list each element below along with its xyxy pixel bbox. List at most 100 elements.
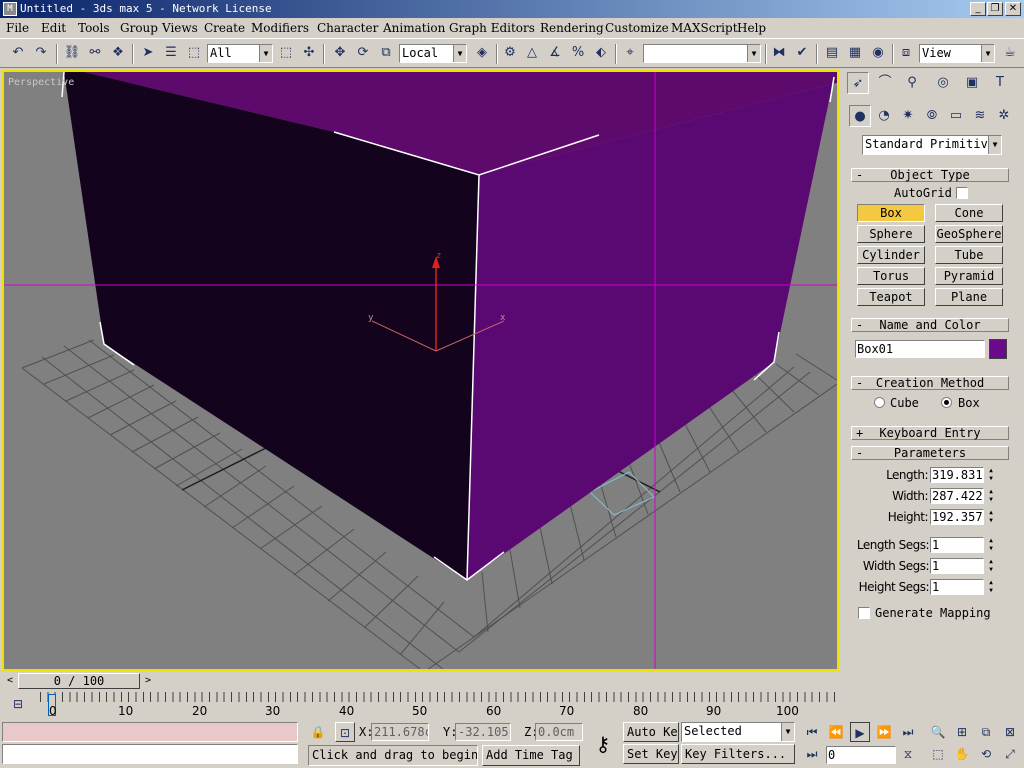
cylinder-button[interactable]: Cylinder [857, 246, 925, 264]
x-coord-field[interactable]: 211.678cm [371, 723, 429, 741]
play-icon[interactable]: ▶ [850, 722, 870, 742]
cone-button[interactable]: Cone [935, 204, 1003, 222]
selection-filter-dropdown[interactable]: All ▼ [207, 44, 273, 63]
align-icon[interactable]: ✔ [792, 43, 812, 63]
height-spinner[interactable]: ▲ ▼ [986, 509, 996, 525]
pyramid-button[interactable]: Pyramid [935, 267, 1003, 285]
keyboard-entry-rollout[interactable]: + Keyboard Entry [851, 426, 1009, 440]
length-segs-input[interactable]: 1 [930, 537, 984, 553]
length-spinner[interactable]: ▲ ▼ [986, 467, 996, 483]
mirror-icon[interactable]: ⧓ [769, 43, 789, 63]
height-segs-spinner[interactable]: ▲ ▼ [986, 579, 996, 595]
object-color-swatch[interactable] [989, 339, 1007, 359]
cameras-icon[interactable]: ⦾ [921, 105, 943, 127]
lights-icon[interactable]: ✷ [897, 105, 919, 127]
motion-tab-icon[interactable]: ◎ [932, 72, 954, 94]
tube-button[interactable]: Tube [935, 246, 1003, 264]
viewport-label[interactable]: Perspective [8, 77, 74, 88]
menu-customize[interactable]: Customize [605, 21, 669, 35]
frame-slider-thumb[interactable]: 0 / 100 [18, 673, 140, 689]
render-scene-icon[interactable]: ⧈ [896, 43, 916, 63]
region-zoom-icon[interactable]: ⬚ [928, 744, 948, 764]
time-configuration-icon[interactable]: ⧖ [898, 744, 918, 764]
schematic-view-icon[interactable]: ▦ [845, 43, 865, 63]
maxscript-listener-white[interactable] [2, 744, 298, 764]
key-mode-toggle-icon[interactable]: ⏭ [802, 744, 822, 764]
parameters-rollout[interactable]: - Parameters [851, 446, 1009, 460]
select-move-icon-alt[interactable]: ✣ [299, 43, 319, 63]
perspective-viewport[interactable]: z y x Perspective [2, 70, 839, 671]
window-crossing-icon[interactable]: ⬚ [276, 43, 296, 63]
percent-snap-icon[interactable]: % [568, 43, 588, 63]
menu-views[interactable]: Views [162, 21, 198, 35]
create-tab-icon[interactable]: ➶ [847, 72, 869, 94]
sphere-button[interactable]: Sphere [857, 225, 925, 243]
track-bar[interactable]: ⊟ 0 10 20 30 40 50 60 70 80 90 100 [0, 690, 843, 720]
pivot-center-icon[interactable]: ◈ [472, 43, 492, 63]
helpers-icon[interactable]: ▭ [945, 105, 967, 127]
box-radio[interactable] [941, 397, 952, 408]
geosphere-button[interactable]: GeoSphere [935, 225, 1003, 243]
goto-start-icon[interactable]: ⏮ [802, 722, 822, 742]
zoom-extents-icon[interactable]: ⧉ [976, 722, 996, 742]
maximize-viewport-icon[interactable]: ⤢ [1000, 744, 1020, 764]
render-type-dropdown[interactable]: View ▼ [919, 44, 995, 63]
quick-render-icon[interactable]: ☕ [1000, 43, 1020, 63]
next-frame-icon[interactable]: ⏩ [874, 722, 894, 742]
select-manipulate-icon[interactable]: ⚙ [500, 43, 520, 63]
generate-mapping-checkbox[interactable] [858, 607, 870, 619]
select-and-scale-icon[interactable]: ⧉ [376, 43, 396, 63]
app-icon[interactable]: M [3, 2, 17, 16]
set-key-button[interactable]: Set Key [623, 744, 679, 764]
key-filters-button[interactable]: Key Filters... [681, 744, 795, 764]
width-spinner[interactable]: ▲ ▼ [986, 488, 996, 504]
autogrid-checkbox[interactable] [956, 187, 968, 199]
box-button[interactable]: Box [857, 204, 925, 222]
edit-named-selection-icon[interactable]: ⌖ [620, 43, 640, 63]
zoom-all-icon[interactable]: ⊞ [952, 722, 972, 742]
height-input[interactable]: 192.357 [930, 509, 984, 525]
key-icon[interactable]: ⚷ [588, 732, 618, 756]
select-object-icon[interactable]: ➤ [138, 43, 158, 63]
menu-edit[interactable]: Edit [41, 21, 66, 35]
rectangular-selection-icon[interactable]: ⬚ [184, 43, 204, 63]
auto-key-button[interactable]: Auto Key [623, 722, 679, 742]
close-button[interactable]: ✕ [1005, 2, 1021, 16]
named-selection-dropdown[interactable]: ▼ [643, 44, 761, 63]
select-and-move-icon[interactable]: ✥ [330, 43, 350, 63]
absolute-mode-icon[interactable]: ⊡ [335, 722, 355, 742]
reference-coordinate-dropdown[interactable]: Local ▼ [399, 44, 467, 63]
material-editor-icon[interactable]: ◉ [868, 43, 888, 63]
time-slider[interactable]: < 0 / 100 > [2, 672, 840, 690]
length-segs-spinner[interactable]: ▲ ▼ [986, 537, 996, 553]
maxscript-listener-pink[interactable] [2, 722, 298, 742]
chevron-right-icon[interactable]: > [142, 674, 154, 688]
modify-tab-icon[interactable]: ⌒ [874, 72, 896, 94]
bind-space-warp-icon[interactable]: ❖ [108, 43, 128, 63]
track-view-icon[interactable]: ▤ [822, 43, 842, 63]
cube-radio[interactable] [874, 397, 885, 408]
zoom-icon[interactable]: 🔍 [928, 722, 948, 742]
category-dropdown[interactable]: Standard Primitives ▼ [862, 135, 1002, 155]
menu-group[interactable]: Group [120, 21, 158, 35]
menu-help[interactable]: Help [737, 21, 766, 35]
geometry-icon[interactable]: ● [849, 105, 871, 127]
hierarchy-tab-icon[interactable]: ⚲ [901, 72, 923, 94]
z-coord-field[interactable]: 0.0cm [535, 723, 583, 741]
width-segs-spinner[interactable]: ▲ ▼ [986, 558, 996, 574]
display-tab-icon[interactable]: ▣ [961, 72, 983, 94]
current-frame-field[interactable]: 0 [826, 746, 896, 764]
menu-tools[interactable]: Tools [78, 21, 110, 35]
menu-modifiers[interactable]: Modifiers [251, 21, 309, 35]
minimize-button[interactable]: _ [970, 2, 986, 16]
snap-toggle-icon[interactable]: △ [522, 43, 542, 63]
name-and-color-rollout[interactable]: - Name and Color [851, 318, 1009, 332]
redo-icon[interactable]: ↷ [31, 43, 51, 63]
creation-method-rollout[interactable]: - Creation Method [851, 376, 1009, 390]
spinner-snap-icon[interactable]: ⬖ [591, 43, 611, 63]
select-and-link-icon[interactable]: ⛓ [62, 43, 82, 63]
plane-button[interactable]: Plane [935, 288, 1003, 306]
select-and-rotate-icon[interactable]: ⟳ [353, 43, 373, 63]
goto-end-icon[interactable]: ⏭ [898, 722, 918, 742]
menu-animation[interactable]: Animation [383, 21, 445, 35]
